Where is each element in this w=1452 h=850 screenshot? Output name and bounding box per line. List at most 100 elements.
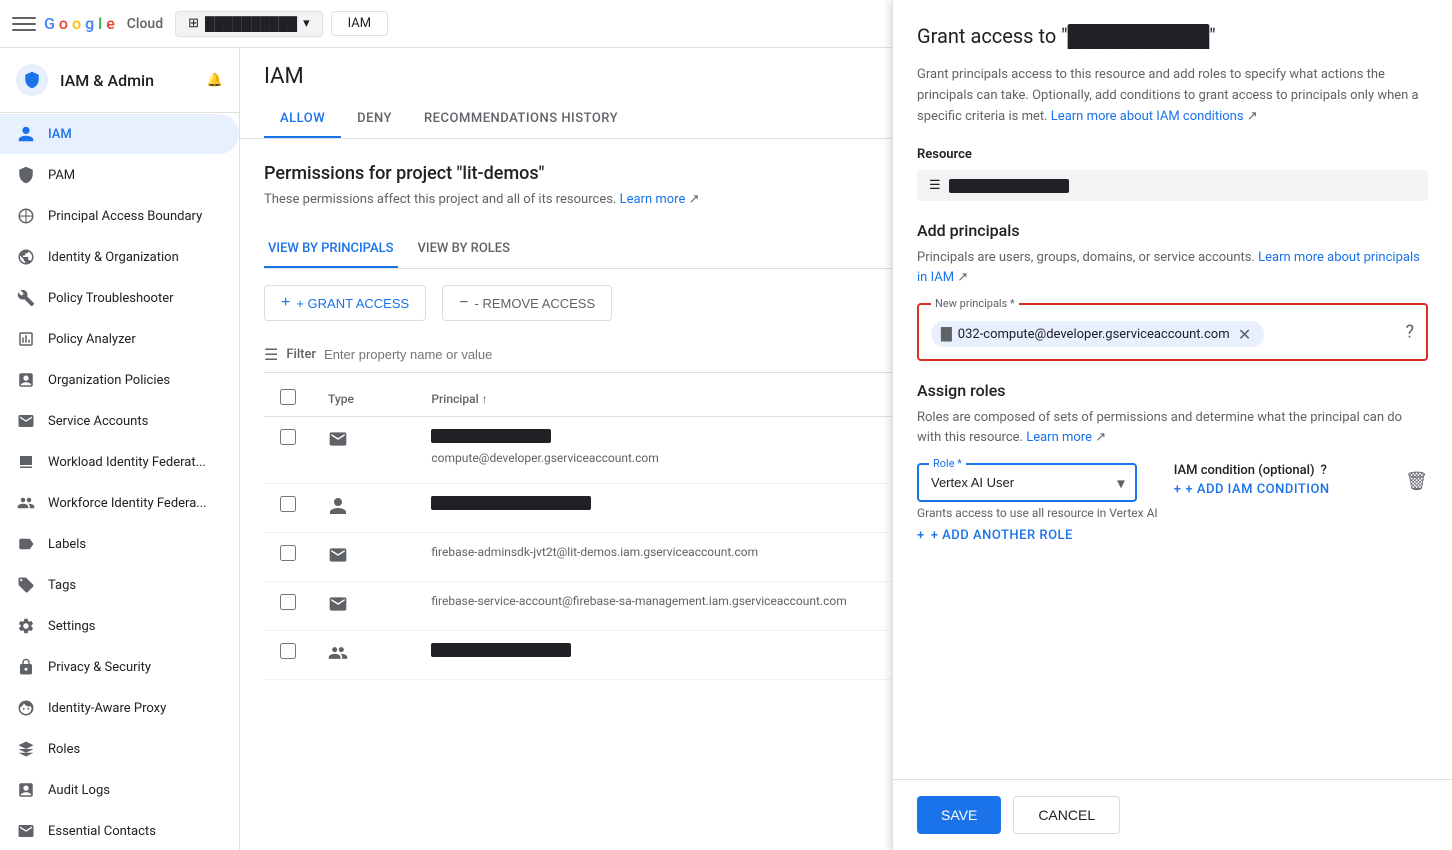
resource-label: Resource	[917, 147, 1428, 162]
add-principals-desc: Principals are users, groups, domains, o…	[917, 248, 1428, 287]
shield-icon	[16, 165, 36, 185]
sidebar-item-identity-aware-proxy[interactable]: Identity-Aware Proxy	[0, 688, 239, 728]
resource-icon: ☰	[929, 178, 941, 193]
audit-icon	[16, 780, 36, 800]
proxy-icon	[16, 698, 36, 718]
tab-recommendations[interactable]: RECOMMENDATIONS HISTORY	[408, 101, 634, 138]
domain-icon	[16, 247, 36, 267]
sidebar-item-tags[interactable]: Tags	[0, 565, 239, 605]
tag-icon	[16, 575, 36, 595]
sidebar-item-label-service-accounts: Service Accounts	[48, 414, 148, 429]
remove-access-button[interactable]: − - REMOVE ACCESS	[442, 285, 612, 321]
sidebar-item-iam[interactable]: IAM	[0, 114, 239, 154]
sidebar-item-label-policy-analyzer: Policy Analyzer	[48, 332, 136, 347]
project-selector[interactable]: ⊞ ██████████ ▾	[175, 11, 323, 37]
sidebar-item-label-iam: IAM	[48, 127, 72, 142]
sidebar-item-privacy-security[interactable]: Privacy & Security	[0, 647, 239, 687]
sidebar-item-label-settings: Settings	[48, 619, 95, 634]
role-hint: Grants access to use all resource in Ver…	[917, 506, 1158, 520]
google-logo: Google Cloud	[44, 14, 163, 33]
sidebar-item-label-roles: Roles	[48, 742, 80, 757]
sidebar-item-audit-logs[interactable]: Audit Logs	[0, 770, 239, 810]
menu-icon[interactable]	[12, 12, 36, 36]
sidebar-item-label-identity-aware-proxy: Identity-Aware Proxy	[48, 701, 166, 716]
sidebar-item-identity-org[interactable]: Identity & Organization	[0, 237, 239, 277]
chip-close-button[interactable]: ✕	[1236, 325, 1254, 343]
learn-roles-link[interactable]: Learn more	[1026, 430, 1092, 445]
sidebar-item-service-accounts[interactable]: Service Accounts	[0, 401, 239, 441]
sidebar-item-labels[interactable]: Labels	[0, 524, 239, 564]
sidebar-item-pam[interactable]: PAM	[0, 155, 239, 195]
view-by-roles[interactable]: VIEW BY ROLES	[414, 231, 515, 268]
cancel-button[interactable]: CANCEL	[1013, 796, 1120, 834]
learn-iam-conditions-link[interactable]: Learn more about IAM conditions	[1051, 109, 1244, 124]
delete-role-button[interactable]: 🗑	[1405, 471, 1428, 492]
panel-project-redacted: ██████████	[1068, 24, 1210, 48]
grant-access-label: + GRANT ACCESS	[296, 296, 409, 311]
row-checkbox-3[interactable]	[280, 594, 296, 610]
learn-more-link[interactable]: Learn more	[620, 192, 686, 207]
role-row: Role * Vertex AI User ▾ Grants access to…	[917, 463, 1428, 520]
resource-name-redacted	[949, 179, 1069, 193]
iam-admin-icon	[16, 64, 48, 96]
add-principals-title: Add principals	[917, 221, 1428, 240]
type-header: Type	[312, 381, 415, 417]
chip-email: 032-compute@developer.gserviceaccount.co…	[958, 327, 1230, 342]
sidebar-item-label-labels: Labels	[48, 537, 86, 552]
project-chevron: ▾	[303, 16, 310, 31]
tab-allow[interactable]: ALLOW	[264, 101, 341, 138]
sidebar-item-label-tags: Tags	[48, 578, 76, 593]
select-all-checkbox[interactable]	[280, 389, 296, 405]
help-icon[interactable]: ?	[1405, 322, 1414, 343]
workload-icon	[16, 452, 36, 472]
add-iam-condition-link[interactable]: + + ADD IAM CONDITION	[1174, 482, 1389, 497]
sidebar-item-label-org-policies: Organization Policies	[48, 373, 170, 388]
role-select[interactable]: Vertex AI User	[919, 465, 1135, 500]
sidebar-item-label-workload-identity: Workload Identity Federat...	[48, 455, 206, 470]
sidebar-item-label-workforce-identity: Workforce Identity Federa...	[48, 496, 207, 511]
sidebar-item-org-policies[interactable]: Organization Policies	[0, 360, 239, 400]
new-principals-field: New principals * ▇ 032-compute@developer…	[917, 303, 1428, 361]
tab-deny[interactable]: DENY	[341, 101, 408, 138]
notifications-icon[interactable]: 🔔	[207, 73, 223, 88]
assign-roles-title: Assign roles	[917, 381, 1428, 400]
roles-icon	[16, 739, 36, 759]
panel-actions: SAVE CANCEL	[893, 779, 1452, 850]
grant-access-icon: +	[281, 294, 290, 312]
sidebar-item-pab[interactable]: Principal Access Boundary	[0, 196, 239, 236]
contacts-icon	[16, 821, 36, 841]
sidebar-item-essential-contacts[interactable]: Essential Contacts	[0, 811, 239, 850]
sidebar-item-workload-identity[interactable]: Workload Identity Federat...	[0, 442, 239, 482]
row-type-3	[312, 582, 415, 631]
iam-condition-column: IAM condition (optional) ? + + ADD IAM C…	[1174, 463, 1389, 497]
project-name: ██████████	[205, 16, 297, 32]
row-checkbox-0[interactable]	[280, 429, 296, 445]
grant-access-button[interactable]: + + GRANT ACCESS	[264, 285, 426, 321]
chip-avatar: ▇	[941, 326, 952, 342]
project-icon: ⊞	[188, 16, 199, 31]
settings-icon	[16, 616, 36, 636]
sidebar-header-title: IAM & Admin	[60, 71, 154, 90]
iam-tab-chip[interactable]: IAM	[331, 11, 388, 36]
role-select-wrapper: Role * Vertex AI User ▾	[917, 463, 1137, 502]
iam-condition-help-icon[interactable]: ?	[1321, 463, 1327, 478]
sidebar-item-label-essential-contacts: Essential Contacts	[48, 824, 156, 839]
add-another-role-link[interactable]: + + ADD ANOTHER ROLE	[917, 528, 1428, 543]
lock-icon	[16, 657, 36, 677]
sidebar-item-label-pab: Principal Access Boundary	[48, 209, 202, 224]
row-checkbox-1[interactable]	[280, 496, 296, 512]
save-button[interactable]: SAVE	[917, 796, 1001, 834]
row-checkbox-2[interactable]	[280, 545, 296, 561]
account-icon	[16, 411, 36, 431]
sidebar-item-settings[interactable]: Settings	[0, 606, 239, 646]
view-by-principals[interactable]: VIEW BY PRINCIPALS	[264, 231, 398, 268]
sidebar-item-roles[interactable]: Roles	[0, 729, 239, 769]
remove-access-label: - REMOVE ACCESS	[475, 296, 596, 311]
row-checkbox-4[interactable]	[280, 643, 296, 659]
sidebar-item-policy-troubleshooter[interactable]: Policy Troubleshooter	[0, 278, 239, 318]
sidebar-item-workforce-identity[interactable]: Workforce Identity Federa...	[0, 483, 239, 523]
wrench-icon	[16, 288, 36, 308]
sidebar-item-policy-analyzer[interactable]: Policy Analyzer	[0, 319, 239, 359]
principal-chip: ▇ 032-compute@developer.gserviceaccount.…	[931, 321, 1264, 347]
sidebar: IAM & Admin 🔔 IAM PAM Principal Access B…	[0, 48, 240, 850]
